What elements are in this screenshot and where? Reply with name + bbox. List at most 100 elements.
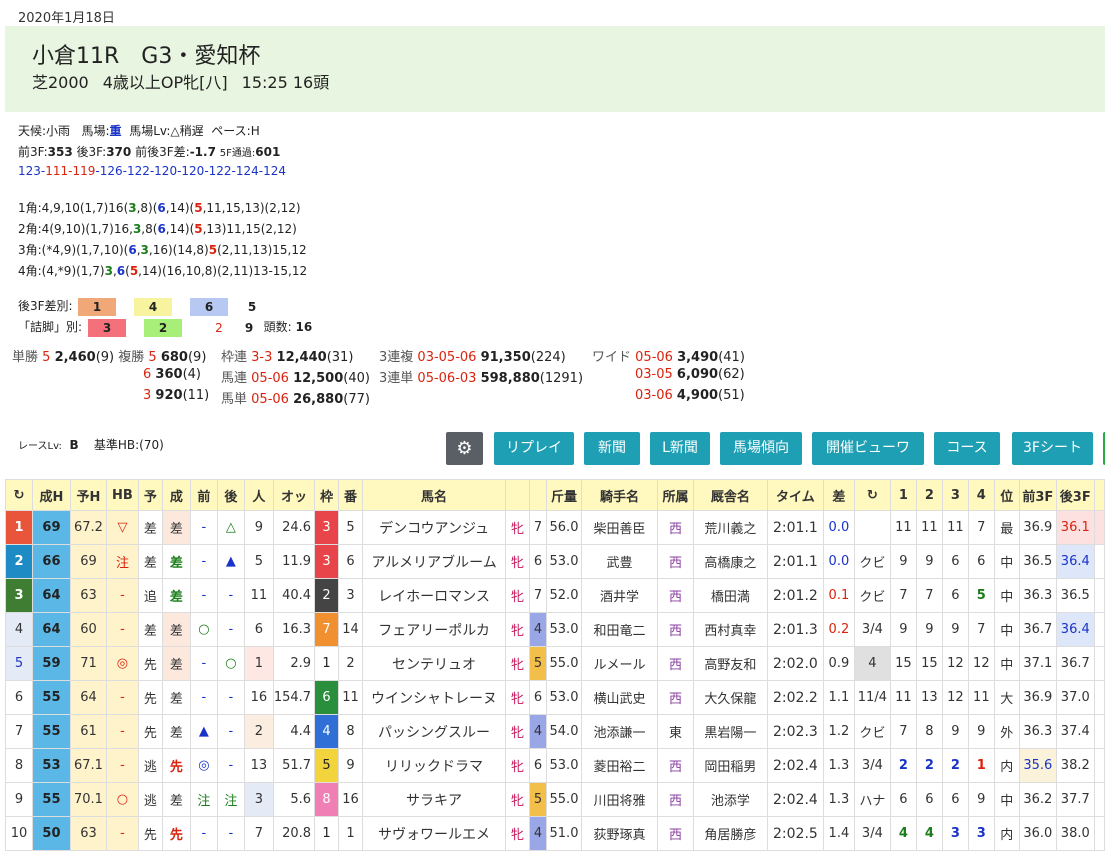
umatan-num: 05-06	[251, 392, 289, 407]
track-trend-button[interactable]: 馬場傾向	[720, 432, 802, 465]
horse-name[interactable]: サラキア	[362, 782, 507, 817]
horse-name[interactable]: レイホーロマンス	[362, 578, 507, 613]
trainer-name[interactable]: 橋田満	[692, 578, 768, 613]
l-newspaper-button[interactable]: L新聞	[650, 432, 710, 465]
col-mae[interactable]: 前	[189, 479, 218, 511]
col-c4[interactable]: 4	[967, 479, 995, 511]
col-yoh[interactable]: 予H	[69, 479, 107, 511]
wide-pop: (41)	[718, 350, 745, 365]
horse-name[interactable]: リリックドラマ	[362, 748, 507, 783]
replay-button[interactable]: リプレイ	[494, 432, 574, 465]
course-button[interactable]: コース	[934, 432, 1000, 465]
meeting-viewer-button[interactable]: 開催ビューワ	[812, 432, 924, 465]
jockey-name[interactable]: 酒井学	[580, 578, 658, 613]
l3-cell: 38.2	[1055, 748, 1095, 783]
weather-line: 天候:小雨 馬場:重 馬場Lv:△稍遅 ペース:H	[18, 122, 260, 139]
trainer-name[interactable]: 大久保龍	[692, 680, 768, 715]
col-margin[interactable]: 差	[822, 479, 855, 511]
trainer-name[interactable]: 高橋康之	[692, 544, 768, 579]
jockey-name[interactable]: 横山武史	[580, 680, 658, 715]
horse-name[interactable]: パッシングスルー	[362, 714, 507, 749]
col-c2[interactable]: 2	[915, 479, 943, 511]
yoh-cell: 63	[69, 816, 107, 851]
col-trainer[interactable]: 厩舎名	[692, 479, 768, 511]
newspaper-button[interactable]: 新聞	[584, 432, 640, 465]
reload-header-icon[interactable]: ↻	[5, 479, 33, 511]
trainer-name[interactable]: 高野友和	[692, 646, 768, 681]
jockey-name[interactable]: 菱田裕二	[580, 748, 658, 783]
col-ban[interactable]: 番	[338, 479, 364, 511]
horse-name[interactable]: ウインシャトレーヌ	[362, 680, 507, 715]
l3-cell: 37.4	[1055, 714, 1095, 749]
jockey-name[interactable]: ルメール	[580, 646, 658, 681]
table-row[interactable]: 6 55 64- 先差 - -16 154.7 6 11 ウインシャトレーヌ牝 6 53.0 横山武史西…	[5, 680, 1105, 715]
sex-cell: 牝	[505, 782, 531, 817]
trainer-name[interactable]: 黒岩陽一	[692, 714, 768, 749]
col-horse-name[interactable]: 馬名	[362, 479, 507, 511]
col-c3[interactable]: 3	[941, 479, 969, 511]
corner-text: 1角:4,9,10(1,7)16(	[18, 201, 129, 215]
finish-pos: 8	[5, 748, 33, 783]
col-yo[interactable]: 予	[137, 479, 163, 511]
affiliation-cell: 西	[656, 612, 694, 647]
horse-name[interactable]: アルメリアブルーム	[362, 544, 507, 579]
horse-name[interactable]: フェアリーポルカ	[362, 612, 507, 647]
col-seih[interactable]: 成H	[31, 479, 71, 511]
table-row[interactable]: 1 69 67.2 ▽ 差差 - △ 9 24.6 3 5 デンコウアンジュ牝 7 56.0 柴田善臣西荒川…	[5, 510, 1105, 545]
table-row[interactable]: 5 59 71 ◎ 先差 - ○ 1 2.9 1 2 センテリュオ牝 5 55.0 ルメール西高野友和 2:0…	[5, 646, 1105, 681]
table-row[interactable]: 2 66 69 注差差 - ▲ 5 11.9 3 6 アルメリアブルーム牝 6 53.0 武豊西高橋康之 2…	[5, 544, 1105, 579]
horse-name[interactable]: センテリュオ	[362, 646, 507, 681]
yo-cell: 先	[137, 816, 163, 851]
col-ato[interactable]: 後	[216, 479, 245, 511]
col-l3[interactable]: 後3F	[1055, 479, 1095, 511]
table-row[interactable]: 8 53 67.1- 逃先 ◎ -13 51.7 5 9 リリックドラマ牝 6 53.0 菱田裕二西岡田…	[5, 748, 1105, 783]
corner3-cell: 12	[941, 646, 969, 681]
time-cell: 2:01.1	[766, 544, 824, 579]
trainer-name[interactable]: 西村真幸	[692, 612, 768, 647]
yoh-cell: 69	[69, 544, 107, 579]
corner3-cell: 12	[941, 680, 969, 715]
col-f3[interactable]: 前3F	[1018, 479, 1057, 511]
table-row[interactable]: 7 55 61- 先差 ▲ -2 4.4 4 8 パッシングスルー牝 4 54.0 池添謙一東黒岩陽一 2…	[5, 714, 1105, 749]
waku-cell: 1	[314, 646, 340, 681]
ninki-cell: 13	[243, 748, 274, 783]
col-weight[interactable]: 斤量	[546, 479, 582, 511]
sex-cell: 牝	[505, 544, 531, 579]
col-position[interactable]: 位	[993, 479, 1020, 511]
jockey-name[interactable]: 柴田善臣	[580, 510, 658, 545]
corner-horse: 6	[116, 264, 126, 278]
jockey-name[interactable]: 川田将雅	[580, 782, 658, 817]
seih-cell: 66	[31, 544, 71, 579]
col-affil[interactable]: 所属	[656, 479, 694, 511]
col-hb[interactable]: HB	[105, 479, 139, 511]
ato-cell: -	[216, 748, 245, 783]
table-row[interactable]: 10 50 63- 先先 - -7 20.8 1 1 サヴォワールエメ牝 4 51.0 荻野琢真西角居勝…	[5, 816, 1105, 851]
corner3-cell: 9	[941, 612, 969, 647]
col-jockey[interactable]: 騎手名	[580, 479, 658, 511]
trainer-name[interactable]: 岡田稲男	[692, 748, 768, 783]
trainer-name[interactable]: 角居勝彦	[692, 816, 768, 851]
3f-sheet-button[interactable]: 3Fシート	[1012, 432, 1093, 465]
horse-name[interactable]: デンコウアンジュ	[362, 510, 507, 545]
col-waku[interactable]: 枠	[314, 479, 340, 511]
col-time[interactable]: タイム	[766, 479, 824, 511]
col-sei[interactable]: 成	[161, 479, 191, 511]
col-ninki[interactable]: 人	[243, 479, 274, 511]
l3-cell: 37.0	[1055, 680, 1095, 715]
table-row[interactable]: 4 64 60- 差差 ○ -6 16.3 7 14 フェアリーポルカ牝 4 53.0 和田竜二西西村真…	[5, 612, 1105, 647]
table-row[interactable]: 9 55 70.1 ○ 逃差注注 3 5.6 8 16 サラキア牝 5 55.0 川田将雅西池添学 2:0…	[5, 782, 1105, 817]
table-row[interactable]: 3 64 63- 追差 - -11 40.4 2 3 レイホーロマンス牝 7 52.0 酒井学西橋田満 2…	[5, 578, 1105, 613]
jockey-name[interactable]: 池添謙一	[580, 714, 658, 749]
jockey-name[interactable]: 荻野琢真	[580, 816, 658, 851]
ato-cell: -	[216, 714, 245, 749]
trainer-name[interactable]: 池添学	[692, 782, 768, 817]
horse-name[interactable]: サヴォワールエメ	[362, 816, 507, 851]
col-odds[interactable]: オッ	[272, 479, 316, 511]
settings-gear-button[interactable]: ⚙	[446, 432, 483, 465]
col-c1[interactable]: 1	[889, 479, 917, 511]
jockey-name[interactable]: 武豊	[580, 544, 658, 579]
trainer-name[interactable]: 荒川義之	[692, 510, 768, 545]
jockey-name[interactable]: 和田竜二	[580, 612, 658, 647]
f3-cell: 36.0	[1018, 816, 1057, 851]
reload-header-icon-2[interactable]: ↻	[853, 479, 891, 511]
